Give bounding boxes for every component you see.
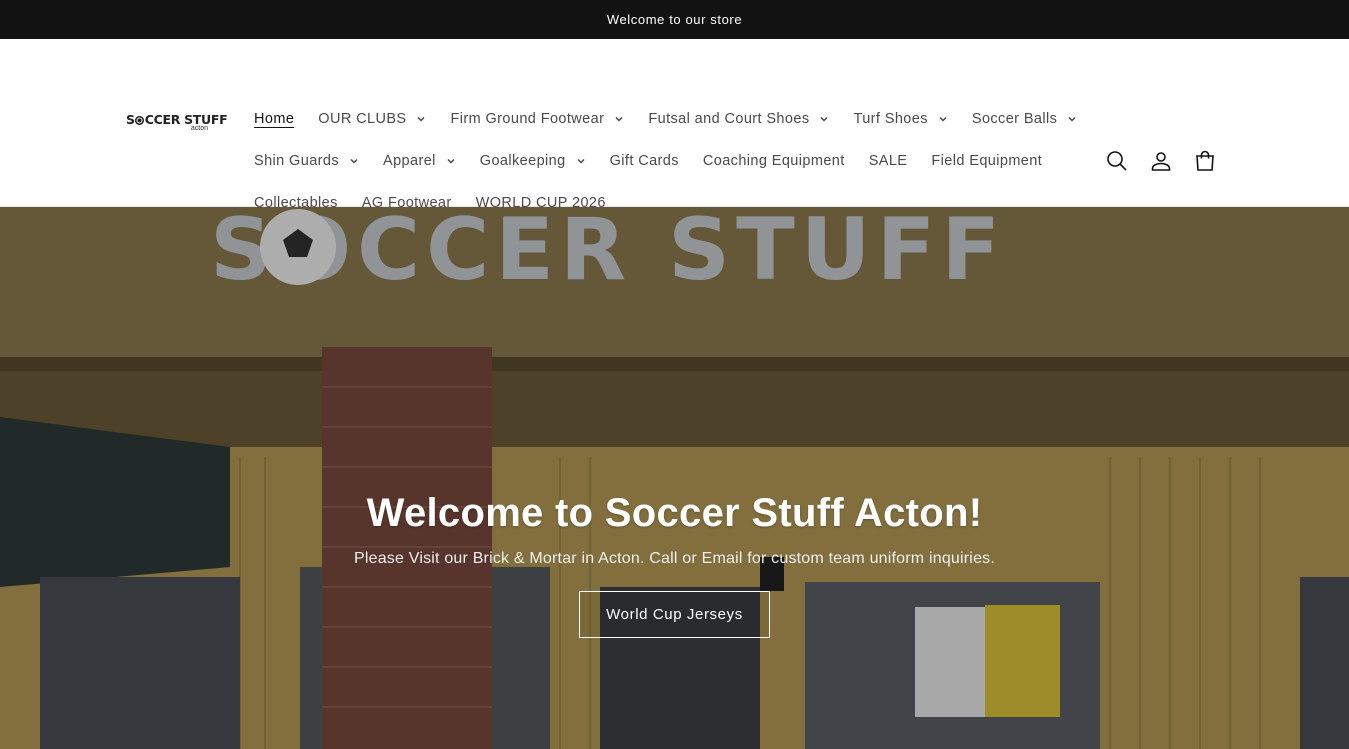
chevron-down-icon <box>576 156 586 166</box>
nav-item-our-clubs[interactable]: OUR CLUBS <box>318 111 426 127</box>
search-icon <box>1107 151 1127 171</box>
nav-item-label: Field Equipment <box>931 153 1043 169</box>
logo-sub-text: acton <box>190 125 208 132</box>
nav-item-sale[interactable]: SALE <box>869 153 908 169</box>
chevron-down-icon <box>1067 114 1077 124</box>
nav-item-turf-shoes[interactable]: Turf Shoes <box>853 111 947 127</box>
nav-item-label: Goalkeeping <box>479 153 566 169</box>
soccer-ball-icon <box>135 116 145 125</box>
nav-item-label: Apparel <box>383 153 436 169</box>
account-button[interactable] <box>1148 146 1174 176</box>
nav-item-label: Turf Shoes <box>853 111 928 127</box>
nav-item-futsal-and-court-shoes[interactable]: Futsal and Court Shoes <box>648 111 829 127</box>
nav-item-apparel[interactable]: Apparel <box>383 153 456 169</box>
nav-item-label: Firm Ground Footwear <box>450 111 605 127</box>
nav-item-soccer-balls[interactable]: Soccer Balls <box>972 111 1077 127</box>
hero-banner: SOCCER STUFF Welcome to Soccer Stuff Act… <box>0 207 1349 749</box>
nav-row: Shin Guards Apparel Goalkeeping Gift Cards C… <box>254 140 1054 182</box>
site-header: S CCER STUFF acton Home OUR CLUBS Firm Grou… <box>0 39 1349 211</box>
nav-item-label: Shin Guards <box>254 153 339 169</box>
cart-icon <box>1196 150 1214 171</box>
nav-item-gift-cards[interactable]: Gift Cards <box>610 153 679 169</box>
chevron-down-icon <box>614 114 624 124</box>
nav-item-goalkeeping[interactable]: Goalkeeping <box>480 153 586 169</box>
main-navigation: Home OUR CLUBS Firm Ground Footwear Futsal … <box>254 98 1076 224</box>
search-button[interactable] <box>1104 146 1130 176</box>
chevron-down-icon <box>819 114 829 124</box>
hero-content: Welcome to Soccer Stuff Acton! Please Vi… <box>0 491 1349 638</box>
nav-item-firm-ground-footwear[interactable]: Firm Ground Footwear <box>450 111 624 127</box>
nav-item-label: SALE <box>868 153 908 169</box>
cart-button[interactable] <box>1192 146 1218 176</box>
chevron-down-icon <box>349 156 359 166</box>
nav-item-label: Soccer Balls <box>971 111 1058 127</box>
chevron-down-icon <box>416 114 426 124</box>
announcement-bar: Welcome to our store <box>0 0 1349 39</box>
nav-row: Home OUR CLUBS Firm Ground Footwear Futsal … <box>254 98 1076 140</box>
hero-subtitle: Please Visit our Brick & Mortar in Acton… <box>353 550 996 567</box>
nav-item-field-equipment[interactable]: Field Equipment <box>931 153 1042 169</box>
nav-item-home[interactable]: Home <box>254 111 294 127</box>
nav-item-label: Coaching Equipment <box>702 153 845 169</box>
hero-title: Welcome to Soccer Stuff Acton! <box>366 491 983 535</box>
chevron-down-icon <box>446 156 456 166</box>
nav-item-label: Futsal and Court Shoes <box>648 111 810 127</box>
header-icons <box>1104 146 1218 176</box>
announcement-text: Welcome to our store <box>606 12 743 27</box>
account-icon <box>1151 152 1171 171</box>
hero-overlay <box>0 207 1349 749</box>
chevron-down-icon <box>938 114 948 124</box>
nav-item-coaching-equipment[interactable]: Coaching Equipment <box>703 153 845 169</box>
nav-item-label: OUR CLUBS <box>318 111 407 127</box>
store-logo[interactable]: S CCER STUFF acton <box>126 113 228 135</box>
nav-item-shin-guards[interactable]: Shin Guards <box>254 153 359 169</box>
world-cup-jerseys-button[interactable]: World Cup Jerseys <box>579 591 770 638</box>
nav-item-label: Gift Cards <box>609 153 679 169</box>
nav-item-label: Home <box>254 111 295 127</box>
